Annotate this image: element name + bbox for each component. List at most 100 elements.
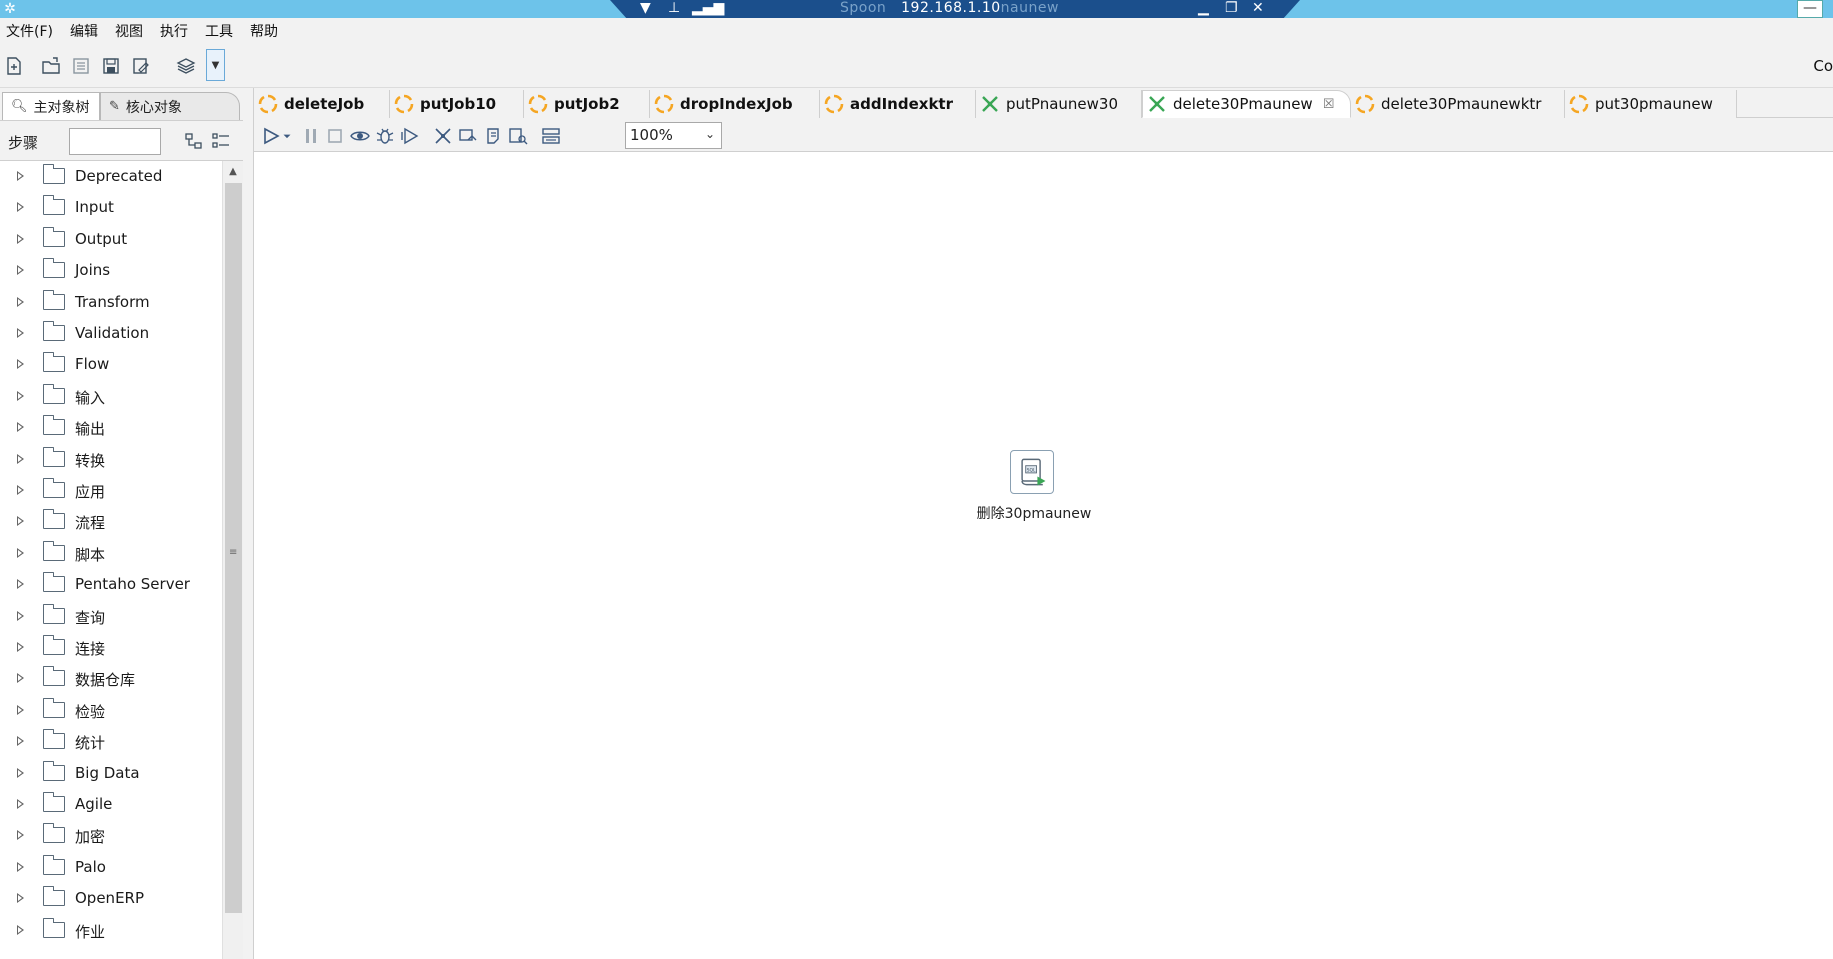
expand-arrow-icon[interactable] bbox=[17, 610, 24, 621]
menu-view[interactable]: 视图 bbox=[115, 21, 143, 41]
show-results-icon[interactable] bbox=[540, 125, 562, 147]
tree-item[interactable]: 数据仓库 bbox=[0, 663, 222, 694]
restore-icon[interactable]: ❐ bbox=[1225, 0, 1238, 16]
menu-run[interactable]: 执行 bbox=[160, 21, 188, 41]
tree-item[interactable]: Input bbox=[0, 192, 222, 223]
tree-item[interactable]: Agile bbox=[0, 789, 222, 820]
run-options-chevron-icon[interactable] bbox=[280, 125, 294, 147]
expand-all-icon[interactable] bbox=[211, 131, 231, 151]
expand-arrow-icon[interactable] bbox=[17, 893, 24, 904]
menu-edit[interactable]: 编辑 bbox=[70, 21, 98, 41]
tree-item[interactable]: Pentaho Server bbox=[0, 569, 222, 600]
tree-item[interactable]: OpenERP bbox=[0, 883, 222, 914]
expand-arrow-icon[interactable] bbox=[17, 296, 24, 307]
step-node[interactable]: SQL 删除30pmaunew bbox=[952, 450, 1116, 530]
menu-tools[interactable]: 工具 bbox=[205, 21, 233, 41]
expand-arrow-icon[interactable] bbox=[17, 767, 24, 778]
run-icon[interactable] bbox=[260, 125, 282, 147]
stop-icon[interactable] bbox=[324, 125, 346, 147]
preview-eye-icon[interactable] bbox=[349, 125, 371, 147]
tree-item[interactable]: 查询 bbox=[0, 601, 222, 632]
explore-db-icon[interactable] bbox=[507, 125, 529, 147]
expand-arrow-icon[interactable] bbox=[17, 736, 24, 747]
tree-item[interactable]: Big Data bbox=[0, 758, 222, 789]
expand-arrow-icon[interactable] bbox=[17, 579, 24, 590]
menu-file[interactable]: 文件(F) bbox=[6, 21, 53, 41]
editor-tab[interactable]: addIndexktr bbox=[820, 90, 976, 118]
close-icon[interactable]: ✕ bbox=[1252, 0, 1264, 16]
pin-icon[interactable]: ⊥ bbox=[668, 0, 680, 16]
explore-repository-icon[interactable] bbox=[70, 55, 92, 77]
expand-arrow-icon[interactable] bbox=[17, 516, 24, 527]
minimize-icon[interactable]: ▁ bbox=[1198, 0, 1209, 16]
expand-arrow-icon[interactable] bbox=[17, 233, 24, 244]
tree-item[interactable]: 脚本 bbox=[0, 538, 222, 569]
expand-arrow-icon[interactable] bbox=[17, 171, 24, 181]
expand-arrow-icon[interactable] bbox=[17, 390, 24, 401]
editor-tab[interactable]: delete30Pmaunewktr bbox=[1351, 90, 1565, 118]
close-tab-icon[interactable]: ☒ bbox=[1323, 97, 1335, 112]
tree-item[interactable]: Transform bbox=[0, 287, 222, 318]
tree-item[interactable]: 检验 bbox=[0, 695, 222, 726]
transformation-canvas[interactable]: SQL 删除30pmaunew bbox=[254, 152, 1833, 959]
expand-arrow-icon[interactable] bbox=[17, 861, 24, 872]
tree-item[interactable]: 应用 bbox=[0, 475, 222, 506]
tab-view[interactable]: 🔍︎ 主对象树 bbox=[2, 92, 100, 120]
sql-icon[interactable] bbox=[482, 125, 504, 147]
new-file-icon[interactable] bbox=[3, 55, 25, 77]
expand-arrow-icon[interactable] bbox=[17, 202, 24, 213]
expand-arrow-icon[interactable] bbox=[17, 799, 24, 809]
replay-icon[interactable] bbox=[399, 125, 421, 147]
editor-tab[interactable]: dropIndexJob bbox=[650, 90, 820, 118]
editor-tab[interactable]: putPnaunew30 bbox=[976, 90, 1142, 118]
tree-item[interactable]: 输出 bbox=[0, 412, 222, 443]
steps-search-input[interactable] bbox=[69, 128, 161, 155]
tree-item[interactable]: 作业 bbox=[0, 915, 222, 946]
editor-tab[interactable]: deleteJob bbox=[254, 90, 390, 118]
tree-item[interactable]: 连接 bbox=[0, 632, 222, 663]
debug-bug-icon[interactable] bbox=[374, 125, 396, 147]
tree-scrollbar[interactable]: ▲ ≡ bbox=[222, 161, 243, 959]
collapse-all-icon[interactable] bbox=[184, 131, 204, 151]
chevron-down-icon[interactable]: ▼ bbox=[640, 0, 651, 16]
tree-item[interactable]: 输入 bbox=[0, 381, 222, 412]
expand-arrow-icon[interactable] bbox=[17, 453, 24, 464]
tree-item[interactable]: Validation bbox=[0, 318, 222, 349]
editor-tab[interactable]: putJob2 bbox=[524, 90, 650, 118]
window-minimize-button[interactable]: — bbox=[1797, 0, 1823, 18]
expand-arrow-icon[interactable] bbox=[17, 422, 24, 433]
expand-arrow-icon[interactable] bbox=[17, 673, 24, 684]
expand-arrow-icon[interactable] bbox=[17, 359, 24, 370]
editor-tab[interactable]: put30pmaunew bbox=[1565, 90, 1737, 118]
save-icon[interactable] bbox=[100, 55, 122, 77]
sql-script-icon[interactable]: SQL bbox=[1010, 450, 1054, 494]
expand-arrow-icon[interactable] bbox=[17, 642, 24, 652]
expand-arrow-icon[interactable] bbox=[17, 265, 24, 276]
save-as-icon[interactable] bbox=[130, 55, 152, 77]
tree-item[interactable]: Palo bbox=[0, 852, 222, 883]
tree-item[interactable]: Output bbox=[0, 224, 222, 255]
expand-arrow-icon[interactable] bbox=[17, 924, 24, 935]
scroll-up-icon[interactable]: ▲ bbox=[226, 165, 240, 179]
tree-item[interactable]: 统计 bbox=[0, 726, 222, 757]
expand-arrow-icon[interactable] bbox=[17, 328, 24, 338]
scrollbar-thumb[interactable]: ≡ bbox=[225, 183, 242, 913]
expand-arrow-icon[interactable] bbox=[17, 830, 24, 841]
expand-arrow-icon[interactable] bbox=[17, 547, 24, 558]
open-file-icon[interactable] bbox=[40, 55, 62, 77]
pause-icon[interactable] bbox=[300, 125, 322, 147]
expand-arrow-icon[interactable] bbox=[17, 485, 24, 495]
perspective-dropdown[interactable]: ▼ bbox=[206, 49, 225, 81]
panel-splitter[interactable] bbox=[243, 88, 254, 959]
tree-item[interactable]: 转换 bbox=[0, 444, 222, 475]
perspective-label[interactable]: Co bbox=[1813, 57, 1833, 75]
menu-help[interactable]: 帮助 bbox=[250, 21, 278, 41]
tab-design[interactable]: ✎ 核心对象 bbox=[100, 92, 240, 120]
impact-icon[interactable] bbox=[457, 125, 479, 147]
tree-item[interactable]: Joins bbox=[0, 255, 222, 286]
layers-icon[interactable] bbox=[175, 55, 197, 77]
tree-item[interactable]: 流程 bbox=[0, 506, 222, 537]
tree-item[interactable]: Deprecated bbox=[0, 161, 222, 192]
expand-arrow-icon[interactable] bbox=[17, 704, 24, 715]
verify-icon[interactable] bbox=[432, 125, 454, 147]
